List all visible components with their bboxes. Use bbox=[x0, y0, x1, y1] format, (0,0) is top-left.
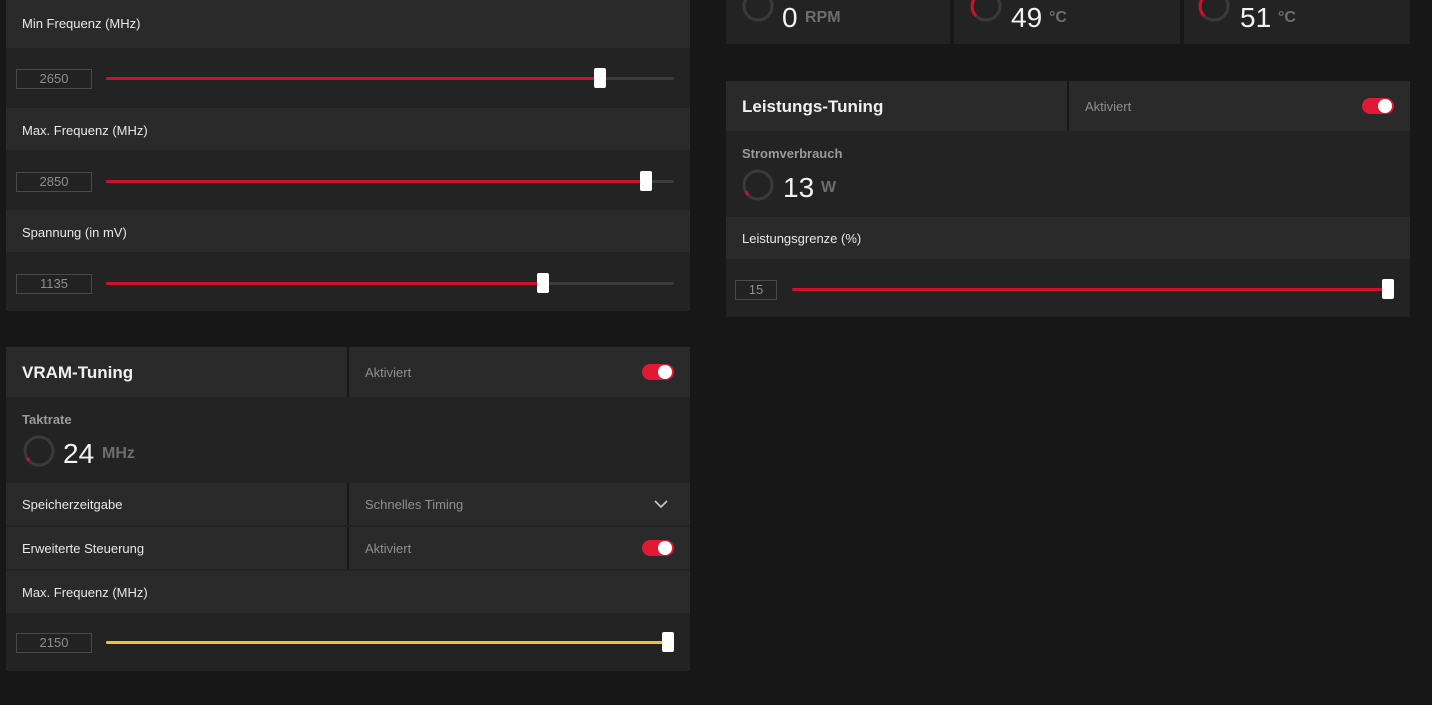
voltage-slider[interactable] bbox=[106, 273, 674, 293]
advanced-control-row: Erweiterte Steuerung Aktiviert bbox=[6, 527, 690, 569]
voltage-label: Spannung (in mV) bbox=[22, 225, 127, 240]
voltage-slider-row: 1135 bbox=[6, 254, 690, 311]
voltage-value-field[interactable]: 1135 bbox=[16, 274, 92, 294]
vram-tuning-panel: VRAM-Tuning Aktiviert Taktrate 24 MHz Sp… bbox=[6, 347, 690, 671]
temp1-unit: °C bbox=[1049, 9, 1067, 26]
temp2-value: 51 bbox=[1240, 2, 1272, 33]
fan-unit: RPM bbox=[805, 9, 841, 26]
power-limit-slider-thumb[interactable] bbox=[1382, 279, 1394, 299]
temp1-value: 49 bbox=[1011, 2, 1043, 33]
min-freq-value-field[interactable]: 2650 bbox=[16, 69, 92, 89]
power-title: Leistungs-Tuning bbox=[742, 97, 884, 116]
temp1-gauge-icon bbox=[970, 0, 1002, 22]
power-tuning-panel: Leistungs-Tuning Aktiviert Stromverbrauc… bbox=[726, 81, 1410, 317]
voltage-row: Spannung (in mV) bbox=[6, 210, 690, 252]
memory-timing-label: Speicherzeitgabe bbox=[22, 497, 123, 512]
advanced-control-status: Aktiviert bbox=[365, 541, 412, 556]
vram-clock-unit: MHz bbox=[102, 445, 135, 462]
vram-max-freq-row: Max. Frequenz (MHz) bbox=[6, 571, 690, 613]
vram-max-freq-slider[interactable] bbox=[106, 632, 674, 652]
vram-clock-value: 24 bbox=[63, 438, 95, 469]
vram-clock-label: Taktrate bbox=[22, 412, 72, 427]
power-limit-row: Leistungsgrenze (%) bbox=[726, 217, 1410, 259]
power-consumption-value: 13 bbox=[783, 172, 815, 203]
power-header-divider bbox=[1067, 81, 1069, 131]
vram-max-freq-value-field[interactable]: 2150 bbox=[16, 633, 92, 653]
vram-max-freq-slider-thumb[interactable] bbox=[662, 632, 674, 652]
min-freq-slider-fill bbox=[106, 77, 600, 80]
max-freq-label: Max. Frequenz (MHz) bbox=[22, 123, 148, 138]
vram-max-freq-slider-row: 2150 bbox=[6, 615, 690, 671]
vram-header-divider bbox=[347, 347, 349, 397]
vram-header: VRAM-Tuning Aktiviert bbox=[6, 347, 690, 397]
max-freq-slider-thumb[interactable] bbox=[640, 171, 652, 191]
gpu-tuning-panel: Min Frequenz (MHz) 2650 Max. Frequenz (M… bbox=[6, 0, 690, 311]
max-freq-slider-row: 2850 bbox=[6, 152, 690, 208]
min-freq-row: Min Frequenz (MHz) bbox=[6, 0, 690, 48]
power-consumption-unit: W bbox=[821, 179, 837, 196]
advanced-control-label: Erweiterte Steuerung bbox=[22, 541, 145, 556]
temp2-gauge-icon bbox=[1198, 0, 1230, 22]
temp1-sensor-tile: 49 °C bbox=[954, 0, 1180, 44]
power-toggle[interactable] bbox=[1362, 98, 1394, 114]
voltage-slider-fill bbox=[106, 282, 543, 285]
max-freq-value-field[interactable]: 2850 bbox=[16, 172, 92, 192]
max-freq-row: Max. Frequenz (MHz) bbox=[6, 108, 690, 150]
power-header: Leistungs-Tuning Aktiviert bbox=[726, 81, 1410, 131]
power-consumption-section: Stromverbrauch 13 W bbox=[726, 133, 1410, 215]
power-status: Aktiviert bbox=[1085, 99, 1132, 114]
memory-timing-row: Speicherzeitgabe Schnelles Timing bbox=[6, 483, 690, 525]
min-freq-slider[interactable] bbox=[106, 68, 674, 88]
vram-toggle[interactable] bbox=[642, 364, 674, 380]
power-gauge-icon bbox=[742, 169, 774, 201]
min-freq-slider-row: 2650 bbox=[6, 50, 690, 106]
power-limit-value-field[interactable]: 15 bbox=[735, 280, 777, 300]
max-freq-slider[interactable] bbox=[106, 171, 674, 191]
power-consumption-label: Stromverbrauch bbox=[742, 146, 843, 161]
vram-clock-section: Taktrate 24 MHz bbox=[6, 399, 690, 481]
power-limit-slider[interactable] bbox=[792, 279, 1394, 299]
vram-title: VRAM-Tuning bbox=[22, 363, 134, 382]
vram-status: Aktiviert bbox=[365, 365, 412, 380]
power-limit-slider-row: 15 bbox=[726, 261, 1410, 317]
memory-timing-dropdown[interactable]: Schnelles Timing bbox=[349, 483, 690, 525]
min-freq-label: Min Frequenz (MHz) bbox=[22, 16, 141, 31]
temp2-unit: °C bbox=[1278, 9, 1296, 26]
advanced-control-divider bbox=[347, 527, 349, 569]
memory-timing-value: Schnelles Timing bbox=[365, 497, 464, 512]
vram-max-freq-label: Max. Frequenz (MHz) bbox=[22, 585, 148, 600]
fan-gauge-icon bbox=[742, 0, 774, 22]
min-freq-slider-thumb[interactable] bbox=[594, 68, 606, 88]
power-limit-slider-fill bbox=[792, 288, 1388, 291]
fan-sensor-tile: 0 RPM bbox=[726, 0, 950, 44]
vram-clock-gauge-icon bbox=[23, 435, 55, 467]
vram-max-freq-slider-fill bbox=[106, 641, 668, 644]
temp2-sensor-tile: 51 °C bbox=[1184, 0, 1410, 44]
max-freq-slider-fill bbox=[106, 180, 646, 183]
advanced-control-toggle[interactable] bbox=[642, 540, 674, 556]
voltage-slider-thumb[interactable] bbox=[537, 273, 549, 293]
fan-value: 0 bbox=[782, 2, 798, 33]
power-limit-label: Leistungsgrenze (%) bbox=[742, 231, 862, 246]
chevron-down-icon bbox=[654, 500, 668, 509]
